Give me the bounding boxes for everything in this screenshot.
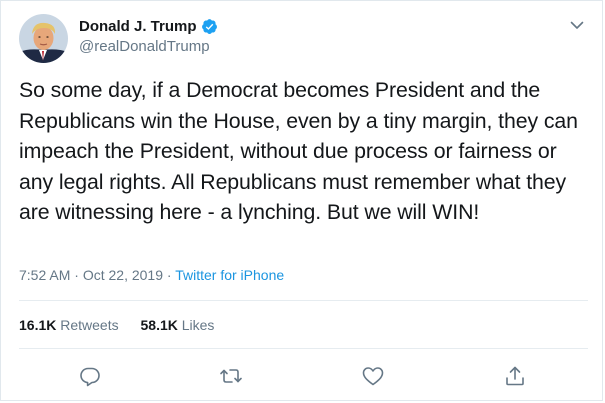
tweet-header: Donald J. Trump @realDonaldTrump [19, 14, 588, 66]
retweets-count: 16.1K [19, 317, 57, 333]
tweet-actions [1, 362, 604, 390]
divider [19, 348, 588, 349]
share-icon[interactable] [503, 364, 527, 388]
profile-photo-icon [19, 14, 68, 63]
tweet-meta: 7:52 AM · Oct 22, 2019 · Twitter for iPh… [19, 267, 284, 283]
author-names: Donald J. Trump @realDonaldTrump [79, 16, 218, 55]
avatar[interactable] [19, 14, 68, 63]
meta-separator: · [70, 267, 83, 283]
heart-icon[interactable] [361, 364, 385, 388]
divider [19, 300, 588, 301]
retweets-stat[interactable]: 16.1K Retweets [19, 317, 119, 333]
tweet-stats: 16.1K Retweets 58.1K Likes [19, 317, 232, 333]
tweet-source-link[interactable]: Twitter for iPhone [175, 267, 284, 283]
author-handle[interactable]: @realDonaldTrump [79, 38, 218, 55]
display-name[interactable]: Donald J. Trump [79, 18, 197, 35]
reply-icon[interactable] [78, 364, 102, 388]
tweet-card: Donald J. Trump @realDonaldTrump So some… [0, 0, 603, 401]
retweets-label: Retweets [60, 317, 119, 333]
chevron-down-icon[interactable] [568, 16, 586, 34]
verified-badge-icon [201, 18, 218, 35]
likes-stat[interactable]: 58.1K Likes [141, 317, 215, 333]
tweet-date[interactable]: Oct 22, 2019 [83, 267, 163, 283]
likes-label: Likes [181, 317, 215, 333]
tweet-time[interactable]: 7:52 AM [19, 267, 70, 283]
tweet-text: So some day, if a Democrat becomes Presi… [19, 78, 578, 225]
retweet-icon[interactable] [219, 364, 243, 388]
meta-separator: · [163, 267, 176, 283]
likes-count: 58.1K [140, 317, 178, 333]
